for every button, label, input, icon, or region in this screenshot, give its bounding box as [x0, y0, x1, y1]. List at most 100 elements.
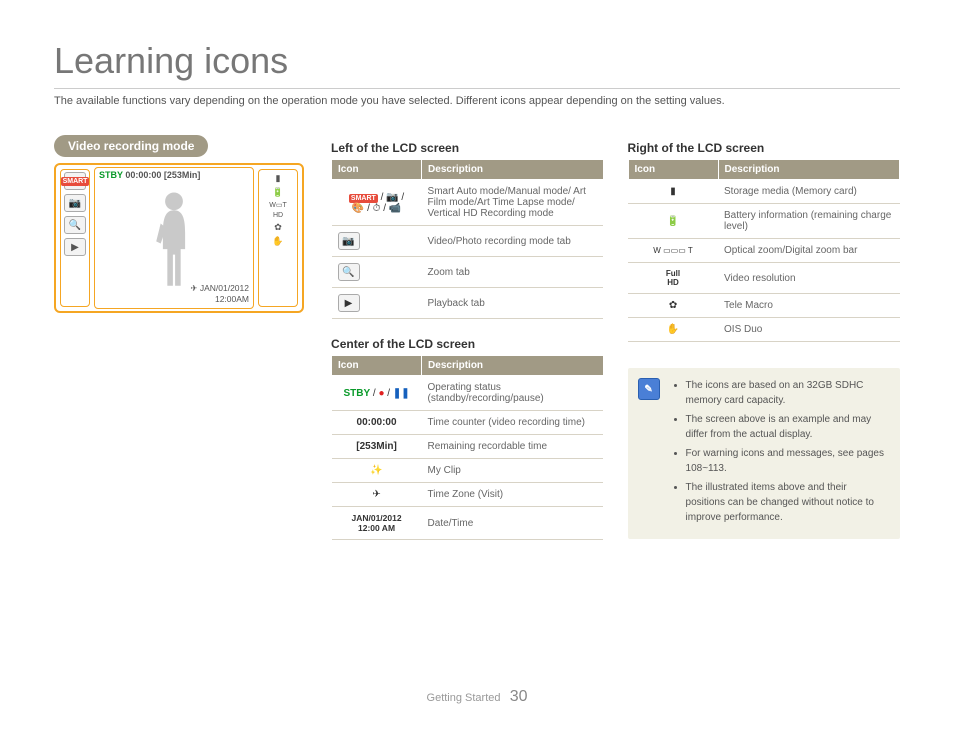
zoomtab-icon: 🔍 [332, 257, 422, 288]
footer-section: Getting Started [427, 692, 501, 704]
stby-label: STBY [99, 170, 123, 180]
center-lcd-heading: Center of the LCD screen [331, 337, 603, 351]
ois-desc: OIS Duo [718, 318, 899, 342]
note-icon: ✎ [638, 378, 660, 400]
lcd-time: 00:00:00 [125, 170, 161, 180]
note-item: For warning icons and messages, see page… [686, 446, 888, 476]
rectab-desc: Video/Photo recording mode tab [422, 226, 603, 257]
modes-icon-cell: SMART / 📷 /🎨 / ⏱ / 📹 [332, 180, 422, 226]
note-item: The illustrated items above and their po… [686, 480, 888, 525]
ois-cell: ✋ [628, 318, 718, 342]
page-number: 30 [510, 688, 528, 705]
table-row: STBY / ● / ❚❚ Operating status (standby/… [332, 376, 603, 411]
table-row: SMART / 📷 /🎨 / ⏱ / 📹 Smart Auto mode/Man… [332, 180, 603, 226]
lcd-remaining: [253Min] [164, 170, 201, 180]
left-lcd-heading: Left of the LCD screen [331, 141, 603, 155]
zoombar-icon: W▭T [269, 201, 287, 209]
stby-rec-desc: Operating status (standby/recording/paus… [422, 376, 603, 411]
playtab-icon: ▶ [332, 288, 422, 319]
telemacro-cell: ✿ [628, 294, 718, 318]
table-row: W ▭▭▭ T Optical zoom/Digital zoom bar [628, 239, 899, 263]
playtab-desc: Playback tab [422, 288, 603, 319]
left-lcd-table: Icon Description SMART / 📷 /🎨 / ⏱ / 📹 Sm… [331, 159, 603, 319]
timezone-desc: Time Zone (Visit) [422, 483, 603, 507]
page-intro: The available functions vary depending o… [54, 95, 900, 107]
lcd-date: ✈ JAN/01/2012 12:00AM [190, 283, 249, 304]
content-columns: Video recording mode SMART 📷 🔍 ▶ STBY 00… [54, 135, 900, 540]
stby-rec-cell: STBY / ● / ❚❚ [332, 376, 422, 411]
th-desc: Description [422, 160, 603, 180]
page-footer: Getting Started 30 [0, 688, 954, 706]
zoombar-cell: W ▭▭▭ T [628, 239, 718, 263]
telemacro-icon: ✿ [274, 222, 282, 233]
smart-icon: SMART [64, 172, 86, 190]
lcd-status-row: STBY 00:00:00 [253Min] [99, 170, 200, 180]
lcd-date-text: JAN/01/2012 [200, 283, 249, 293]
table-row: 🔋 Battery information (remaining charge … [628, 204, 899, 239]
th-desc: Description [718, 160, 899, 180]
column-right: Right of the LCD screen Icon Description… [628, 135, 900, 540]
camera-icon: 📷 [64, 194, 86, 212]
zoombar-desc: Optical zoom/Digital zoom bar [718, 239, 899, 263]
card-desc: Storage media (Memory card) [718, 180, 899, 204]
rectab-icon: 📷 [332, 226, 422, 257]
res-desc: Video resolution [718, 263, 899, 294]
card-icon: ▮ [276, 173, 281, 184]
table-row: 🔍 Zoom tab [332, 257, 603, 288]
mode-badge: Video recording mode [54, 135, 208, 157]
table-row: FullHD Video resolution [628, 263, 899, 294]
ois-icon: ✋ [272, 236, 283, 247]
timecounter-desc: Time counter (video recording time) [422, 411, 603, 435]
battery-desc: Battery information (remaining charge le… [718, 204, 899, 239]
table-header-row: Icon Description [332, 160, 603, 180]
lcd-center: STBY 00:00:00 [253Min] ✈ JAN/01/2012 12:… [94, 167, 254, 309]
timecounter-cell: 00:00:00 [332, 411, 422, 435]
note-box: ✎ The icons are based on an 32GB SDHC me… [628, 368, 900, 539]
table-header-row: Icon Description [332, 356, 603, 376]
remaining-desc: Remaining recordable time [422, 435, 603, 459]
table-row: 00:00:00 Time counter (video recording t… [332, 411, 603, 435]
right-lcd-heading: Right of the LCD screen [628, 141, 900, 155]
table-row: ✈ Time Zone (Visit) [332, 483, 603, 507]
table-row: ✿ Tele Macro [628, 294, 899, 318]
lcd-clock-text: 12:00AM [215, 294, 249, 304]
battery-cell: 🔋 [628, 204, 718, 239]
battery-icon: 🔋 [272, 187, 283, 198]
table-row: JAN/01/2012 12:00 AM Date/Time [332, 507, 603, 540]
th-icon: Icon [628, 160, 718, 180]
column-middle: Left of the LCD screen Icon Description … [331, 135, 603, 540]
modes-desc: Smart Auto mode/Manual mode/ Art Film mo… [422, 180, 603, 226]
table-row: ▶ Playback tab [332, 288, 603, 319]
datetime-cell: JAN/01/2012 12:00 AM [332, 507, 422, 540]
table-header-row: Icon Description [628, 160, 899, 180]
note-item: The screen above is an example and may d… [686, 412, 888, 442]
res-cell: FullHD [628, 263, 718, 294]
table-row: [253Min] Remaining recordable time [332, 435, 603, 459]
note-list: The icons are based on an 32GB SDHC memo… [672, 378, 888, 525]
zoom-icon: 🔍 [64, 216, 86, 234]
th-desc: Description [422, 356, 603, 376]
page-title: Learning icons [54, 40, 900, 89]
th-icon: Icon [332, 160, 422, 180]
table-row: ✨ My Clip [332, 459, 603, 483]
remaining-cell: [253Min] [332, 435, 422, 459]
th-icon: Icon [332, 356, 422, 376]
datetime-desc: Date/Time [422, 507, 603, 540]
myclip-icon: ✨ [332, 459, 422, 483]
timezone-icon: ✈ [332, 483, 422, 507]
telemacro-desc: Tele Macro [718, 294, 899, 318]
myclip-desc: My Clip [422, 459, 603, 483]
lcd-mock: SMART 📷 🔍 ▶ STBY 00:00:00 [253Min] ✈ JAN… [54, 163, 304, 313]
table-row: ▮ Storage media (Memory card) [628, 180, 899, 204]
zoomtab-desc: Zoom tab [422, 257, 603, 288]
lcd-left-strip: SMART 📷 🔍 ▶ [60, 169, 90, 307]
note-item: The icons are based on an 32GB SDHC memo… [686, 378, 888, 408]
person-silhouette-icon [149, 188, 199, 288]
card-cell: ▮ [628, 180, 718, 204]
center-lcd-table: Icon Description STBY / ● / ❚❚ Operating… [331, 355, 603, 540]
table-row: ✋ OIS Duo [628, 318, 899, 342]
resolution-icon: HD [273, 212, 283, 219]
table-row: 📷 Video/Photo recording mode tab [332, 226, 603, 257]
lcd-right-strip: ▮ 🔋 W▭T HD ✿ ✋ [258, 169, 298, 307]
column-left: Video recording mode SMART 📷 🔍 ▶ STBY 00… [54, 135, 307, 540]
